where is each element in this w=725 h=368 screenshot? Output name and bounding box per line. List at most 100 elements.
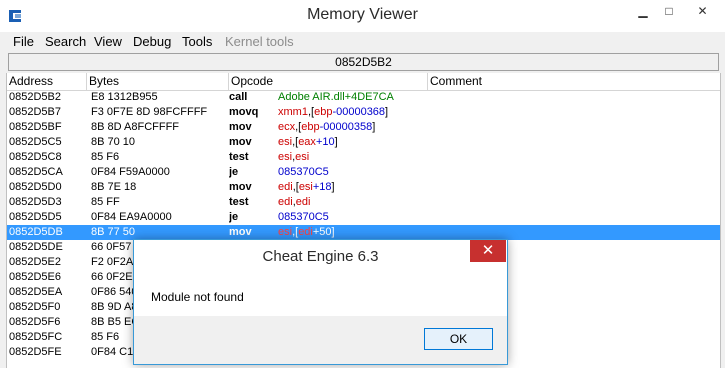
operand-token: edi	[298, 226, 313, 238]
row-bytes: 0F84 EA9A0000	[91, 211, 172, 223]
table-row[interactable]: 0852D5D5 0F84 EA9A0000 je 085370C5	[7, 210, 720, 225]
row-bytes: F3 0F7E 8D 98FCFFFF	[91, 106, 208, 118]
row-address: 0852D5FE	[9, 346, 62, 358]
title-bar[interactable]: Memory Viewer ▁ □ ✕	[0, 0, 725, 32]
row-bytes: E8 1312B955	[91, 91, 158, 103]
operand-token: 085370C5	[278, 211, 329, 223]
operand-token: esi	[295, 151, 310, 163]
column-bytes[interactable]: Bytes	[87, 73, 229, 90]
row-address: 0852D5E2	[9, 256, 61, 268]
operand-token: -00000358	[319, 121, 373, 133]
row-opcode: movq	[229, 106, 259, 118]
operand-token: +50	[312, 226, 332, 238]
row-opcode: je	[229, 211, 239, 223]
memory-viewer-window: Memory Viewer ▁ □ ✕ File Search View Deb…	[0, 0, 725, 368]
row-address: 0852D5D5	[9, 211, 62, 223]
row-bytes: 0F84 F59A0000	[91, 166, 170, 178]
operand-token: Adobe AIR.dll+4DE7CA	[278, 91, 394, 103]
menu-tools[interactable]: Tools	[182, 34, 212, 49]
row-bytes: 8B 70 10	[91, 136, 136, 148]
row-operands: 085370C5	[278, 210, 428, 225]
table-row[interactable]: 0852D5B2 E8 1312B955 call Adobe AIR.dll+4DE…	[7, 90, 720, 105]
row-opcode: mov	[229, 136, 252, 148]
dialog-message: Module not found	[151, 290, 244, 304]
operand-token: ebp	[314, 106, 333, 118]
close-button[interactable]: ✕	[680, 0, 725, 22]
menu-search[interactable]: Search	[45, 34, 86, 49]
row-address: 0852D5C8	[9, 151, 62, 163]
row-bytes: 85 F6	[91, 151, 120, 163]
row-operands: esi,[eax+10]	[278, 135, 428, 150]
row-address: 0852D5D3	[9, 196, 62, 208]
row-bytes: 8B 7E 18	[91, 181, 137, 193]
operand-token: esi	[278, 226, 293, 238]
dialog-title: Cheat Engine 6.3	[262, 248, 379, 265]
row-address: 0852D5CA	[9, 166, 63, 178]
row-operands: edi,[esi+18]	[278, 180, 428, 195]
row-address: 0852D5B2	[9, 91, 61, 103]
operand-token: ebp	[301, 121, 320, 133]
operand-token: esi	[278, 151, 293, 163]
row-opcode: je	[229, 166, 239, 178]
operand-token: +10	[315, 136, 335, 148]
table-row[interactable]: 0852D5B7 F3 0F7E 8D 98FCFFFF movq xmm1,[ebp…	[7, 105, 720, 120]
menu-debug[interactable]: Debug	[133, 34, 171, 49]
row-address: 0852D5E6	[9, 271, 61, 283]
row-operands: ecx,[ebp-00000358]	[278, 120, 428, 135]
table-row[interactable]: 0852D5C5 8B 70 10 mov esi,[eax+10]	[7, 135, 720, 150]
row-address: 0852D5FC	[9, 331, 63, 343]
row-bytes: 85 FF	[91, 196, 120, 208]
operand-token: edi	[278, 196, 293, 208]
row-address: 0852D5F6	[9, 316, 61, 328]
row-operands: xmm1,[ebp-00000368]	[278, 105, 428, 120]
row-address: 0852D5F0	[9, 301, 61, 313]
module-not-found-dialog: Cheat Engine 6.3 ✕ Module not found OK	[133, 239, 508, 365]
row-address: 0852D5C5	[9, 136, 62, 148]
column-header: Address Bytes Opcode Comment	[7, 73, 720, 91]
dialog-footer: OK	[134, 316, 507, 364]
row-bytes: 8B 77 50	[91, 226, 136, 238]
operand-token: edi	[295, 196, 311, 208]
ok-button[interactable]: OK	[424, 328, 493, 350]
row-address: 0852D5B7	[9, 106, 61, 118]
table-row[interactable]: 0852D5D0 8B 7E 18 mov edi,[esi+18]	[7, 180, 720, 195]
row-address: 0852D5EA	[9, 286, 63, 298]
row-operands: esi,esi	[278, 150, 428, 165]
operand-token: esi	[278, 136, 293, 148]
menu-view[interactable]: View	[94, 34, 122, 49]
table-row[interactable]: 0852D5C8 85 F6 test esi,esi	[7, 150, 720, 165]
table-row[interactable]: 0852D5DB 8B 77 50 mov esi,[edi+50]	[7, 225, 720, 240]
operand-token: ]	[334, 136, 338, 148]
row-operands: Adobe AIR.dll+4DE7CA	[278, 90, 428, 105]
operand-token: -00000368	[332, 106, 386, 118]
operand-token: ]	[331, 226, 335, 238]
row-address: 0852D5DE	[9, 241, 63, 253]
address-display[interactable]: 0852D5B2	[8, 53, 719, 71]
row-opcode: mov	[229, 226, 252, 238]
column-comment[interactable]: Comment	[428, 73, 720, 90]
row-opcode: mov	[229, 121, 252, 133]
column-opcode[interactable]: Opcode	[229, 73, 428, 90]
operand-token: xmm1	[278, 106, 308, 118]
row-opcode: mov	[229, 181, 252, 193]
operand-token: edi	[278, 181, 293, 193]
dialog-body: Module not found	[142, 273, 499, 316]
operand-token: eax	[298, 136, 316, 148]
operand-token: +18	[312, 181, 332, 193]
row-operands: esi,[edi+50]	[278, 225, 428, 240]
menu-kernel-tools: Kernel tools	[225, 34, 294, 49]
dialog-title-bar[interactable]: Cheat Engine 6.3 ✕	[134, 240, 507, 274]
row-address: 0852D5DB	[9, 226, 63, 238]
operand-token: ecx	[278, 121, 296, 133]
row-opcode: test	[229, 196, 249, 208]
menu-file[interactable]: File	[13, 34, 34, 49]
table-row[interactable]: 0852D5BF 8B 8D A8FCFFFF mov ecx,[ebp-000003…	[7, 120, 720, 135]
operand-token: 085370C5	[278, 166, 329, 178]
row-bytes: 8B 8D A8FCFFFF	[91, 121, 180, 133]
column-address[interactable]: Address	[7, 73, 87, 90]
window-title: Memory Viewer	[307, 6, 418, 23]
table-row[interactable]: 0852D5D3 85 FF test edi,edi	[7, 195, 720, 210]
table-row[interactable]: 0852D5CA 0F84 F59A0000 je 085370C5	[7, 165, 720, 180]
row-opcode: call	[229, 91, 248, 103]
dialog-close-button[interactable]: ✕	[470, 240, 506, 262]
